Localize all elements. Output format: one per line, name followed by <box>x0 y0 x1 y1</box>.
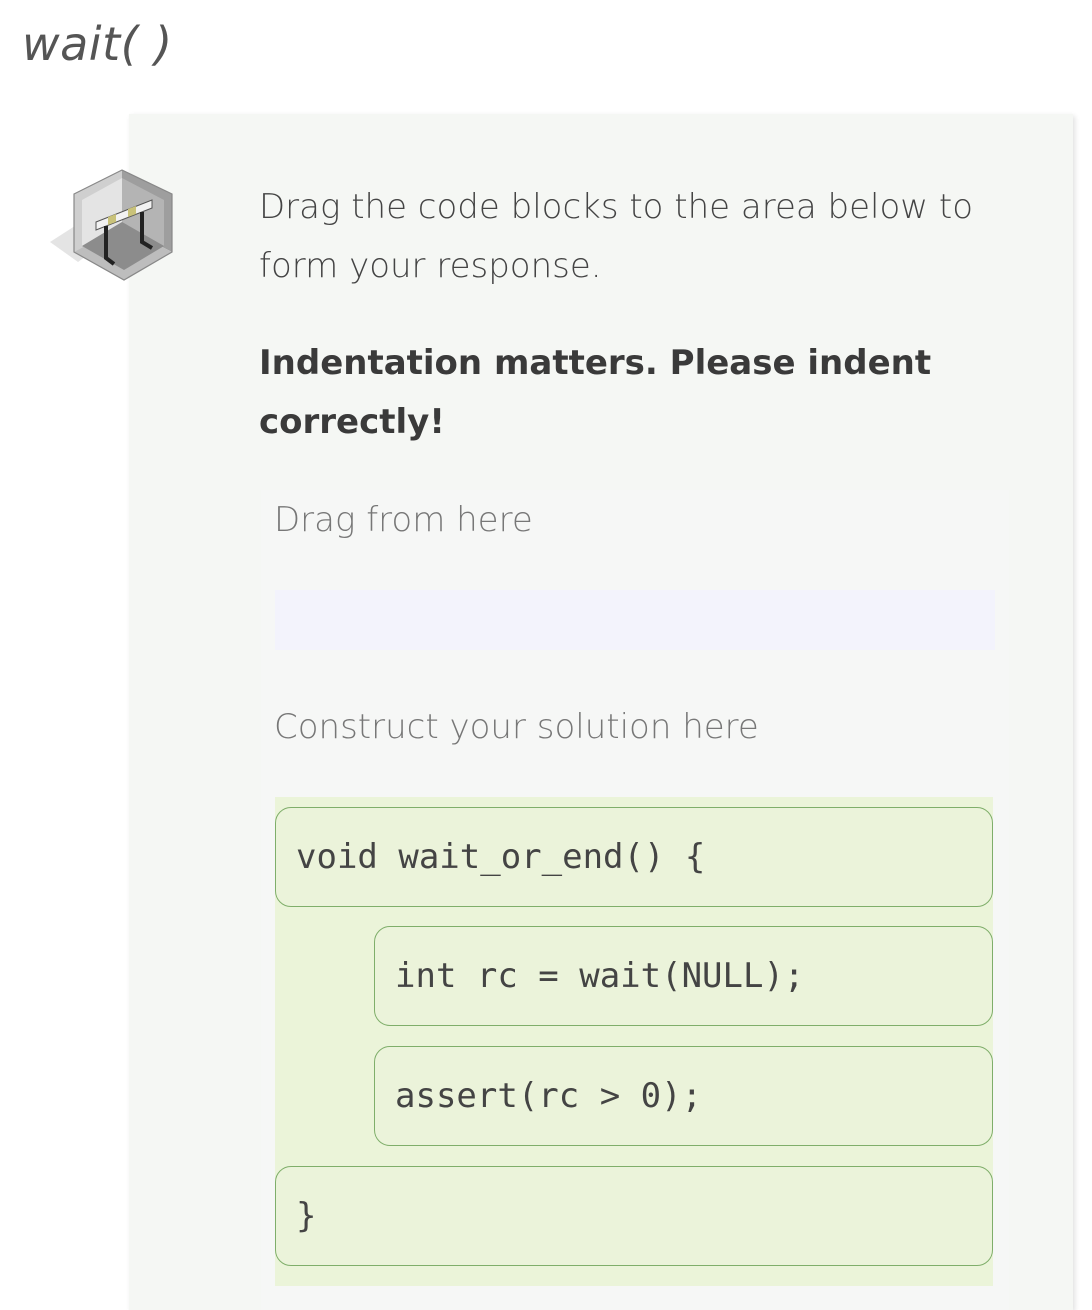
code-block[interactable]: assert(rc > 0); <box>374 1046 993 1146</box>
hurdle-icon <box>48 166 176 284</box>
target-area-label: Construct your solution here <box>274 707 759 747</box>
code-block[interactable]: void wait_or_end() { <box>275 807 993 907</box>
code-block[interactable]: int rc = wait(NULL); <box>374 926 993 1026</box>
source-drop-area[interactable] <box>275 590 995 650</box>
page-title: wait( ) <box>22 17 173 71</box>
question-instructions: Drag the code blocks to the area below t… <box>259 187 974 286</box>
indentation-warning: Indentation matters. Please indent corre… <box>259 343 932 442</box>
source-area-label: Drag from here <box>274 500 533 540</box>
code-block[interactable]: } <box>275 1166 993 1266</box>
